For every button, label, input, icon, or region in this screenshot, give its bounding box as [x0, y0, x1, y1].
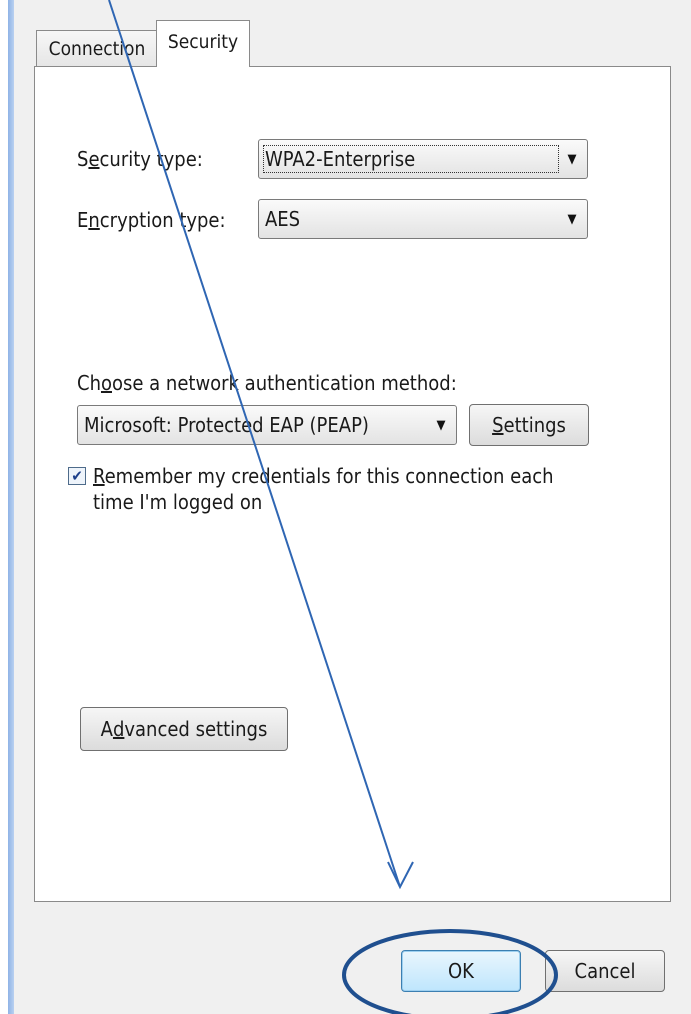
auth-method-label: Choose a network authentication method:: [77, 371, 457, 395]
tab-connection-label: Connection: [48, 37, 146, 60]
security-type-label: Security type:: [77, 147, 203, 171]
security-tab-panel: Security type: WPA2-Enterprise ▼ Encrypt…: [34, 66, 671, 902]
encryption-type-value: AES: [265, 207, 301, 231]
wireless-properties-dialog: Connection Security Security type: WPA2-…: [14, 0, 691, 1014]
encryption-type-dropdown[interactable]: AES ▼: [258, 199, 588, 239]
checkmark-icon: ✔: [71, 466, 83, 485]
encryption-type-label: Encryption type:: [77, 208, 226, 232]
tab-connection[interactable]: Connection: [36, 30, 158, 66]
remember-credentials-checkbox[interactable]: ✔: [68, 467, 86, 485]
auth-method-dropdown[interactable]: Microsoft: Protected EAP (PEAP) ▼: [77, 405, 457, 445]
chevron-down-icon: ▼: [436, 417, 446, 433]
cancel-button[interactable]: Cancel: [545, 950, 665, 992]
chevron-down-icon: ▼: [567, 211, 577, 227]
tab-security[interactable]: Security: [156, 20, 250, 67]
chevron-down-icon: ▼: [567, 151, 577, 167]
security-type-value: WPA2-Enterprise: [263, 145, 559, 173]
advanced-settings-button[interactable]: Ad vanced settings: [80, 707, 288, 751]
ok-button[interactable]: OK: [401, 950, 521, 992]
tab-security-label: Security: [167, 31, 239, 53]
security-type-dropdown[interactable]: WPA2-Enterprise ▼: [258, 139, 588, 179]
auth-method-value: Microsoft: Protected EAP (PEAP): [84, 413, 369, 437]
auth-settings-button[interactable]: Settings: [469, 404, 589, 446]
remember-credentials-label[interactable]: Remember my credentials for this connect…: [93, 463, 613, 515]
